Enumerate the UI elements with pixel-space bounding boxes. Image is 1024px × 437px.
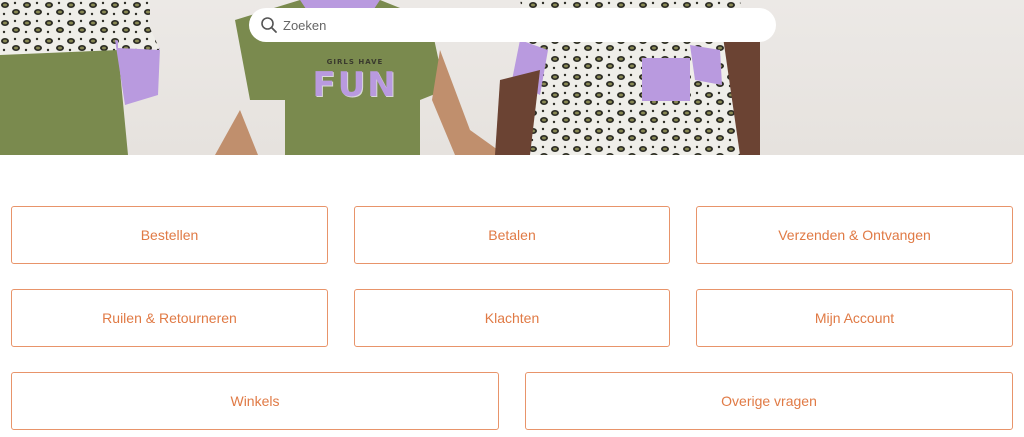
category-button-winkels[interactable]: Winkels xyxy=(11,372,499,430)
hero-banner: GIRLS HAVE FUN xyxy=(0,0,1024,155)
category-button-betalen[interactable]: Betalen xyxy=(354,206,670,264)
shirt-print-big: FUN xyxy=(312,65,398,105)
category-button-ruilen[interactable]: Ruilen & Retourneren xyxy=(11,289,328,347)
search-icon xyxy=(261,17,277,33)
search-bar[interactable] xyxy=(249,8,776,42)
shirt-print: GIRLS HAVE FUN xyxy=(300,58,410,108)
category-button-verzenden[interactable]: Verzenden & Ontvangen xyxy=(696,206,1013,264)
category-button-overige-vragen[interactable]: Overige vragen xyxy=(525,372,1013,430)
search-input[interactable] xyxy=(283,8,763,42)
category-button-bestellen[interactable]: Bestellen xyxy=(11,206,328,264)
category-button-klachten[interactable]: Klachten xyxy=(354,289,670,347)
category-button-mijn-account[interactable]: Mijn Account xyxy=(696,289,1013,347)
